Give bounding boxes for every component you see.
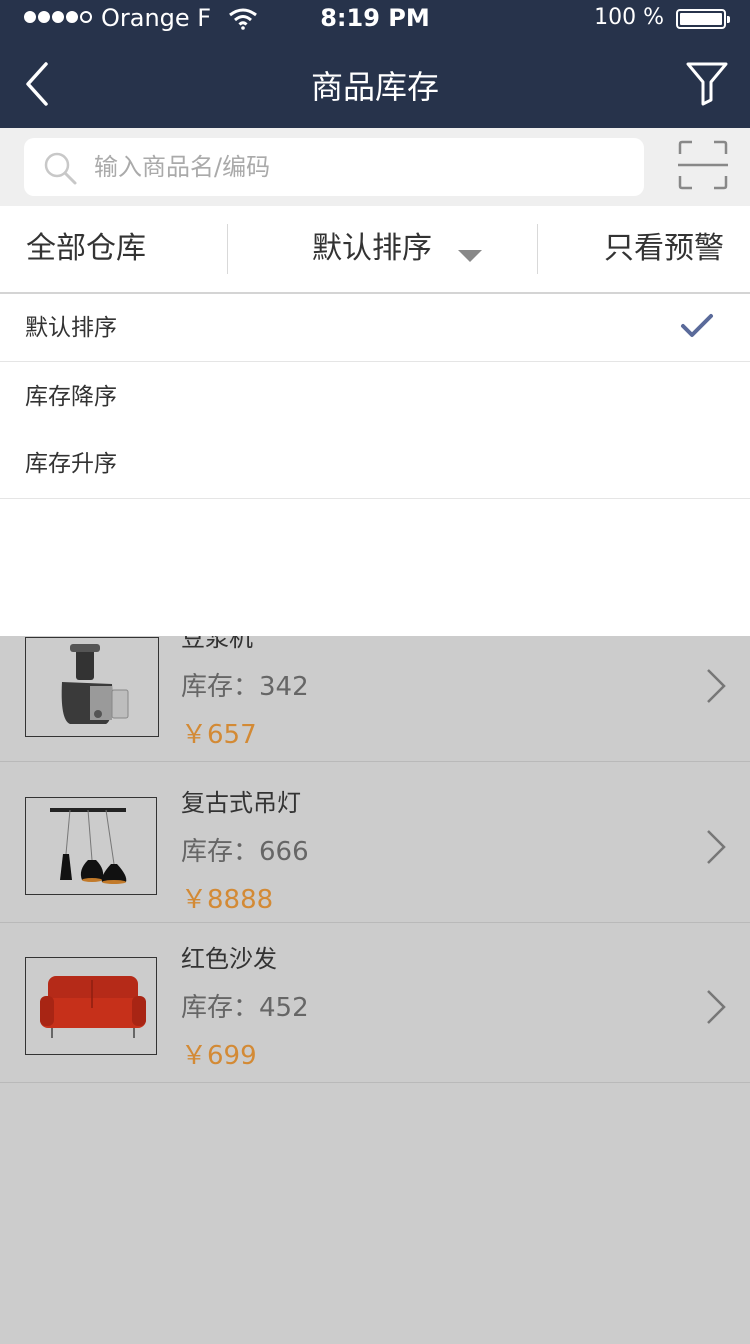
caret-down-icon xyxy=(458,250,482,262)
divider xyxy=(227,224,228,274)
sort-option-stock-desc[interactable]: 库存降序 xyxy=(0,363,750,431)
search-row xyxy=(0,128,750,206)
battery-icon xyxy=(676,9,730,29)
warning-only-filter-tab[interactable]: 只看预警 xyxy=(604,206,724,294)
sort-option-default[interactable]: 默认排序 xyxy=(0,294,750,362)
chevron-right-icon xyxy=(707,669,726,703)
filter-bar: 全部仓库 默认排序 只看预警 xyxy=(0,206,750,294)
status-bar: Orange F 8:19 PM 100 % xyxy=(0,0,750,40)
screen: Orange F 8:19 PM 100 % 商品库存 输入商品名/编码 全部仓… xyxy=(0,0,750,1344)
sort-option-stock-asc[interactable]: 库存升序 xyxy=(0,430,750,499)
funnel-icon[interactable] xyxy=(684,58,730,108)
search-box xyxy=(24,138,644,196)
sort-option-label: 默认排序 xyxy=(25,315,117,341)
product-stock: 库存：666 xyxy=(181,837,309,867)
chevron-right-icon xyxy=(707,830,726,864)
search-icon xyxy=(44,152,77,185)
product-image-red-sofa xyxy=(25,957,157,1055)
sort-dropdown: 默认排序 库存降序 库存升序 xyxy=(0,294,750,636)
product-image-juicer xyxy=(25,637,159,737)
product-stock: 库存：342 xyxy=(181,672,309,702)
product-price: ￥699 xyxy=(181,1041,257,1071)
divider xyxy=(537,224,538,274)
search-input[interactable] xyxy=(94,138,634,196)
product-stock: 库存：452 xyxy=(181,993,309,1023)
product-row[interactable]: 红色沙发 库存：452 ￥699 xyxy=(0,923,750,1083)
product-name: 红色沙发 xyxy=(181,945,277,973)
warehouse-filter-tab[interactable]: 全部仓库 xyxy=(26,206,146,294)
sort-filter-tab[interactable]: 默认排序 xyxy=(312,206,432,294)
navigation-bar: 商品库存 xyxy=(0,40,750,128)
sort-option-label: 库存升序 xyxy=(25,451,117,477)
page-title: 商品库存 xyxy=(310,68,439,106)
checkmark-icon xyxy=(681,314,713,337)
scan-frame-icon[interactable] xyxy=(676,138,730,192)
product-price: ￥8888 xyxy=(181,885,274,915)
product-image-pendant-lamp xyxy=(25,797,157,895)
sort-option-label: 库存降序 xyxy=(25,384,117,410)
product-row[interactable]: 复古式吊灯 库存：666 ￥8888 xyxy=(0,763,750,923)
product-name: 复古式吊灯 xyxy=(181,789,301,817)
battery-percentage: 100 % xyxy=(594,5,664,30)
chevron-right-icon xyxy=(707,990,726,1024)
product-price: ￥657 xyxy=(181,720,257,750)
